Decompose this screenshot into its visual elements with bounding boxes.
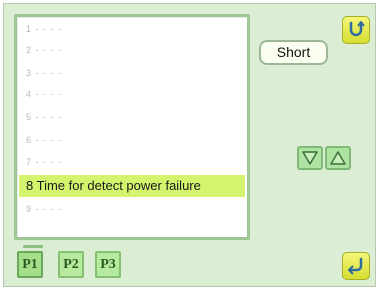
list-item-5[interactable]: 5 - - - - bbox=[19, 107, 245, 127]
up-button[interactable] bbox=[325, 146, 351, 170]
active-tab-indicator bbox=[23, 245, 43, 248]
list-item-3[interactable]: 3 - - - - bbox=[19, 63, 245, 83]
undo-button[interactable] bbox=[342, 16, 370, 44]
parameter-list: 1 - - - - 2 - - - - 3 - - - - 4 - - - - … bbox=[14, 14, 250, 240]
undo-arrow-icon bbox=[349, 21, 365, 37]
enter-button[interactable] bbox=[342, 252, 370, 280]
enter-return-icon bbox=[348, 257, 363, 275]
list-item-1[interactable]: 1 - - - - bbox=[19, 19, 245, 39]
triangle-down-icon bbox=[302, 151, 318, 165]
list-item-8-selected[interactable]: 8 Time for detect power failure bbox=[19, 175, 245, 197]
triangle-up-icon bbox=[330, 151, 346, 165]
value-button[interactable]: Short bbox=[259, 40, 328, 65]
list-item-6[interactable]: 6 - - - - bbox=[19, 130, 245, 150]
list-item-2[interactable]: 2 - - - - bbox=[19, 40, 245, 60]
list-item-4[interactable]: 4 - - - - bbox=[19, 84, 245, 104]
tab-p3[interactable]: P3 bbox=[95, 251, 121, 278]
list-item-7[interactable]: 7 - - - - bbox=[19, 152, 245, 172]
down-button[interactable] bbox=[297, 146, 323, 170]
tab-p2[interactable]: P2 bbox=[58, 251, 84, 278]
tab-p1[interactable]: P1 bbox=[17, 251, 43, 278]
settings-screen: 1 - - - - 2 - - - - 3 - - - - 4 - - - - … bbox=[3, 3, 376, 287]
list-item-9[interactable]: 9 - - - - bbox=[19, 199, 245, 219]
